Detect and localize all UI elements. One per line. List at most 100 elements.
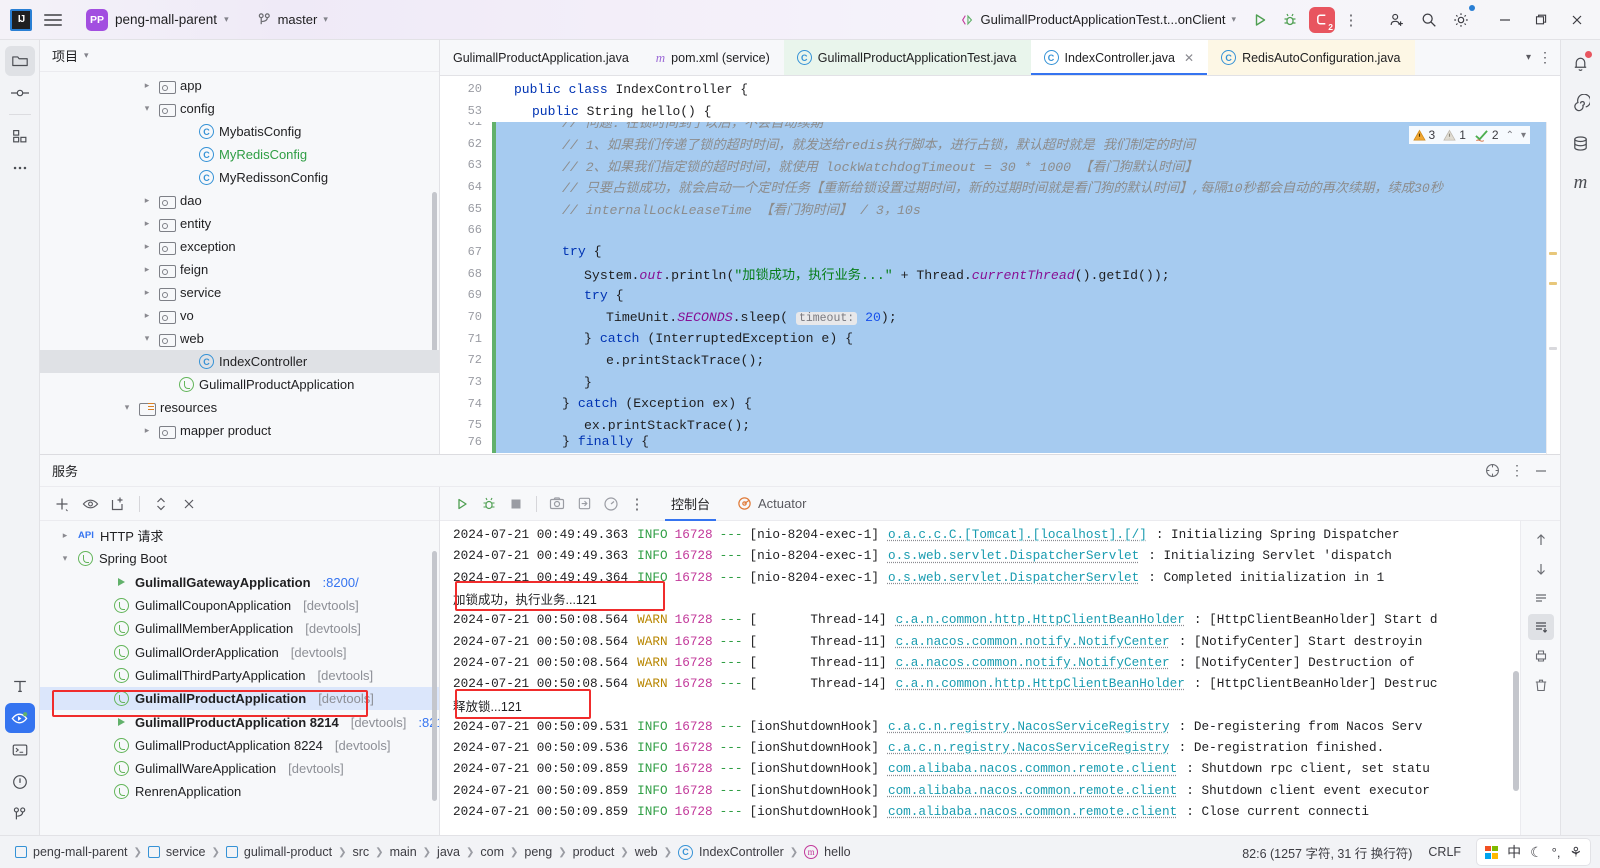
rerun-icon[interactable] (450, 492, 474, 516)
services-tree-item[interactable]: GulimallGatewayApplication:8200/ (40, 571, 439, 594)
maximize-button[interactable] (1524, 4, 1558, 36)
add-user-button[interactable] (1382, 5, 1412, 35)
services-tree-item[interactable]: GulimallThirdPartyApplication [devtools] (40, 664, 439, 687)
project-tree-item[interactable]: ▸ vo (40, 304, 439, 327)
project-tree-item[interactable]: ▾ web (40, 327, 439, 350)
notifications-button[interactable] (1566, 48, 1596, 78)
console-log[interactable]: 2024-07-21 00:49:49.363 INFO 16728 --- [nio-… (440, 521, 1520, 835)
new-tab-icon[interactable] (106, 492, 130, 516)
breadcrumb-item[interactable]: service (143, 843, 211, 861)
code-line[interactable]: 73} (440, 371, 1560, 393)
chevron-right-icon[interactable]: ▸ (140, 425, 154, 436)
services-tree-scrollbar[interactable] (432, 551, 437, 801)
code-line[interactable]: 66 (440, 219, 1560, 242)
services-tree-item[interactable]: GulimallProductApplication 8214 [devtools… (40, 710, 439, 733)
scroll-up-icon[interactable] (1528, 527, 1554, 553)
eye-icon[interactable] (78, 492, 102, 516)
add-icon[interactable] (50, 492, 74, 516)
maven-button[interactable]: m (1566, 168, 1596, 198)
inspection-widget[interactable]: 3 1 2 ⌃ ▾ (1408, 126, 1530, 144)
project-tree-item[interactable]: C MyRedisConfig (40, 143, 439, 166)
services-tree-item[interactable]: GulimallProductApplication [devtools] (40, 687, 439, 711)
services-options-icon[interactable]: ⋮ (1510, 462, 1524, 479)
scroll-down-icon[interactable] (1528, 556, 1554, 582)
breadcrumb-item[interactable]: web (630, 843, 663, 861)
project-tree-item[interactable]: ▸ exception (40, 235, 439, 258)
chevron-right-icon[interactable]: ▸ (140, 310, 154, 321)
sidebar-item-structure[interactable] (5, 121, 35, 151)
project-tree-item[interactable]: C IndexController (40, 350, 439, 373)
settings-button[interactable] (1446, 4, 1476, 35)
tab-actuator[interactable]: Actuator (737, 496, 806, 511)
chevron-right-icon[interactable]: ▸ (140, 287, 154, 298)
services-tree-item[interactable]: RenrenApplication (40, 780, 439, 803)
project-selector[interactable]: PP peng-mall-parent ▾ (78, 6, 237, 34)
code-line[interactable]: 62 // 1、如果我们传递了锁的超时时间，就发送给redis执行脚本，进行占锁，… (440, 132, 1560, 155)
chevron-right-icon[interactable]: ▸ (140, 241, 154, 252)
minimize-button[interactable] (1488, 4, 1522, 36)
project-tree-item[interactable]: ▸ mapper product (40, 419, 439, 442)
services-tree-item[interactable]: GulimallProductApplication 8224 [devtools… (40, 734, 439, 757)
code-line[interactable]: 70 TimeUnit.SECONDS.sleep( timeout: 20); (440, 306, 1560, 328)
sidebar-item-commit[interactable] (5, 78, 35, 108)
editor-tab[interactable]: C IndexController.java ✕ (1030, 40, 1209, 75)
services-tree-item[interactable]: GulimallMemberApplication [devtools] (40, 617, 439, 640)
close-all-icon[interactable] (177, 492, 201, 516)
branch-selector[interactable]: master ▾ (249, 9, 336, 30)
chevron-down-icon[interactable]: ▾ (120, 402, 134, 413)
chevron-down-icon[interactable]: ▾ (58, 553, 72, 564)
project-tree-item[interactable]: ▸ service (40, 281, 439, 304)
line-separator[interactable]: CRLF (1428, 845, 1461, 859)
error-stripe[interactable] (1546, 122, 1560, 454)
expand-collapse-icon[interactable] (149, 492, 173, 516)
code-line[interactable]: 67 try { (440, 241, 1560, 263)
clear-all-icon[interactable] (1528, 672, 1554, 698)
breadcrumb-item[interactable]: peng (519, 843, 557, 861)
services-tree-item[interactable]: GulimallCouponApplication [devtools] (40, 594, 439, 617)
services-tree[interactable]: ▸ API HTTP 请求 ▾ Spring Boot GulimallGatewayAp… (40, 521, 439, 835)
chevron-right-icon[interactable]: ▸ (58, 530, 72, 541)
print-icon[interactable] (1528, 643, 1554, 669)
project-tree-item[interactable]: ▸ dao (40, 189, 439, 212)
code-line[interactable]: 64 // 只要占锁成功，就会启动一个定时任务【重新给锁设置过期时间，新的过期时间… (440, 176, 1560, 198)
tab-console[interactable]: 控制台 (665, 487, 717, 521)
breadcrumb-item[interactable]: com (475, 843, 509, 861)
project-tree-item[interactable]: C MybatisConfig (40, 120, 439, 143)
sidebar-item-services[interactable] (4, 703, 35, 733)
project-tree-item[interactable]: ▾ resources (40, 396, 439, 419)
services-tree-item-port[interactable]: :8200/ (323, 575, 359, 590)
sidebar-item-more[interactable] (5, 153, 35, 183)
sidebar-item-build[interactable] (5, 671, 35, 701)
console-more-icon[interactable]: ⋮ (626, 490, 648, 518)
editor-tab[interactable]: C GulimallProductApplicationTest.java (783, 40, 1031, 75)
code-line[interactable]: 65 // internalLockLeaseTime 【看门狗时间】 / 3，1… (440, 197, 1560, 220)
chevron-up-icon[interactable]: ⌃ (1506, 130, 1514, 141)
code-area[interactable]: 3 1 2 ⌃ ▾ // 问题：在锁时间到了以后，不会自动续期 62 // 1、… (440, 122, 1560, 454)
breadcrumb-item[interactable]: peng-mall-parent (10, 843, 133, 861)
caret-position[interactable]: 82:6 (1257 字符, 31 行 换行符) (1242, 843, 1412, 862)
project-tree-item[interactable]: GulimallProductApplication (40, 373, 439, 396)
chevron-right-icon[interactable]: ▸ (140, 264, 154, 275)
chevron-right-icon[interactable]: ▸ (140, 195, 154, 206)
stop-icon[interactable] (504, 492, 528, 516)
run-button[interactable] (1246, 6, 1274, 34)
project-tree-item[interactable]: ▸ entity (40, 212, 439, 235)
code-line[interactable]: 68 System.out.println("加锁成功，执行业务..." + Th… (440, 262, 1560, 285)
main-menu-icon[interactable] (38, 5, 68, 35)
breadcrumb-item[interactable]: gulimall-product (221, 843, 337, 861)
scroll-to-end-icon[interactable] (1527, 614, 1554, 640)
breadcrumb-item[interactable]: main (385, 843, 422, 861)
chevron-down-icon[interactable]: ▾ (140, 333, 154, 344)
code-line[interactable]: 72 e.printStackTrace(); (440, 349, 1560, 372)
project-tree-item[interactable]: ▸ app (40, 74, 439, 97)
project-tree-item[interactable]: ▸ feign (40, 258, 439, 281)
run-configuration-selector[interactable]: GulimallProductApplicationTest.t...onCli… (952, 9, 1244, 30)
more-actions-button[interactable]: ⋮ (1340, 6, 1362, 34)
sidebar-item-problems[interactable] (5, 767, 35, 797)
console-scrollbar[interactable] (1513, 671, 1519, 791)
spiral-button[interactable] (1566, 88, 1596, 118)
code-line[interactable]: 71} catch (InterruptedException e) { (440, 327, 1560, 350)
database-button[interactable] (1566, 128, 1596, 158)
code-line[interactable]: 76} finally { (440, 430, 1560, 453)
export-icon[interactable] (572, 492, 596, 516)
